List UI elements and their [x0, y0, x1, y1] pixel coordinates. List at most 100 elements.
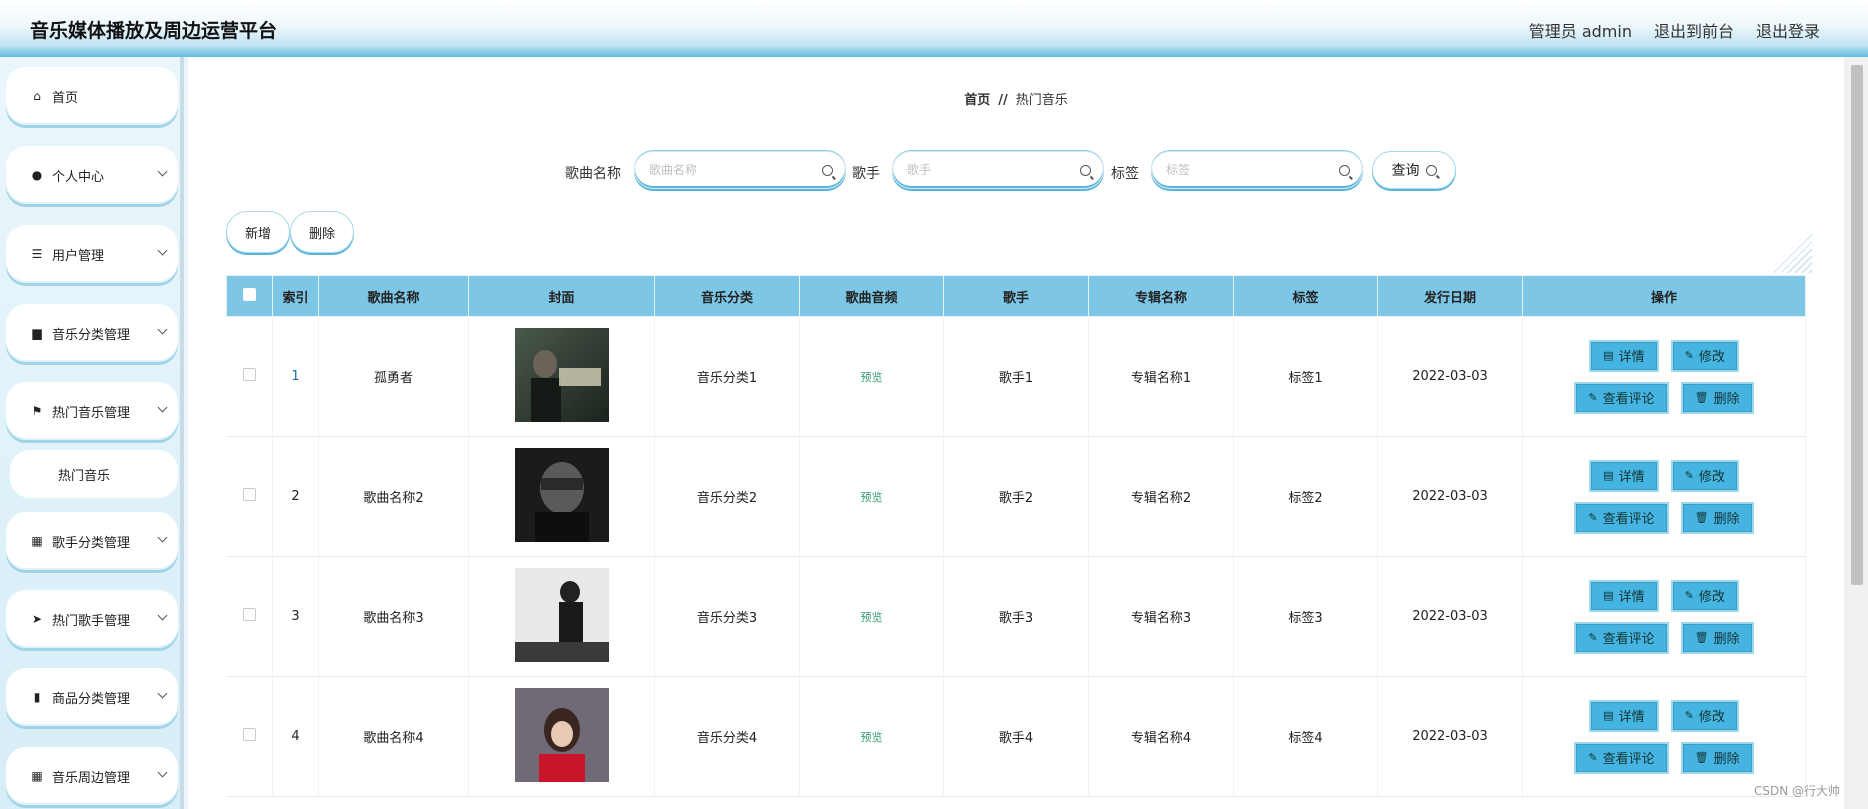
breadcrumb-home[interactable]: 首页 — [964, 93, 990, 108]
sidebar-item-label: 音乐分类管理 — [52, 327, 131, 343]
pencil-icon: ✎ — [1588, 511, 1598, 524]
song-name-cell: 孤勇者 — [318, 316, 469, 437]
song-name-label: 歌曲名称 — [565, 166, 621, 182]
album-cell: 专辑名称3 — [1088, 556, 1234, 677]
select-all-checkbox[interactable] — [243, 287, 256, 301]
edit-button[interactable]: ✎ 修改 — [1670, 459, 1739, 492]
row-select-cell — [226, 676, 273, 797]
column-header: 歌曲名称 — [318, 275, 469, 317]
album-cover-image[interactable] — [514, 567, 609, 662]
query-button-label: 查询 — [1391, 163, 1420, 179]
singer-search-box[interactable] — [892, 151, 1104, 189]
app-title: 音乐媒体播放及周边运营平台 — [30, 20, 278, 42]
tag-input[interactable] — [1166, 163, 1326, 177]
operations-cell: ▤ 详情 ✎ 修改 ✎ 查看评论 🗑 删除 — [1522, 316, 1806, 437]
audio-preview-link[interactable]: 预览 — [861, 611, 883, 624]
singer-cell: 歌手4 — [943, 676, 1089, 797]
singer-input[interactable] — [907, 163, 1067, 177]
album-cover-image[interactable] — [514, 447, 609, 542]
scrollbar-thumb[interactable] — [1851, 65, 1863, 585]
detail-button[interactable]: ▤ 详情 — [1589, 579, 1659, 612]
view-comments-button[interactable]: ✎ 查看评论 — [1574, 381, 1669, 414]
column-header: 专辑名称 — [1088, 275, 1234, 317]
sidebar-item-goods-category[interactable]: ▮ 商品分类管理 — [6, 668, 178, 726]
sidebar-item-user-management[interactable]: ☰ 用户管理 — [6, 225, 178, 283]
edit-button[interactable]: ✎ 修改 — [1670, 699, 1739, 732]
sidebar-subitem-hot-music[interactable]: 热门音乐 — [10, 450, 178, 498]
breadcrumb-separator: // — [998, 93, 1008, 108]
sidebar: ⌂ 首页 ● 个人中心 ☰ 用户管理 ▆ 音乐分类管理 ⚑ 热门音乐管理 热门音… — [0, 57, 184, 809]
table-row: 2 歌曲名称2 音乐分类2 预览 歌手2 专辑名称2 标签2 2022-03-0… — [226, 436, 1806, 557]
song-name-input[interactable] — [649, 163, 809, 177]
hot-music-table: 索引 歌曲名称 封面 音乐分类 歌曲音频 歌手 专辑名称 标签 发行日期 操作 … — [226, 275, 1806, 797]
release-date-cell: 2022-03-03 — [1377, 676, 1523, 797]
tag-search-box[interactable] — [1151, 151, 1363, 189]
view-comments-button[interactable]: ✎ 查看评论 — [1574, 621, 1669, 654]
table-row: 4 歌曲名称4 音乐分类4 预览 歌手4 专辑名称4 标签4 2022-03-0… — [226, 676, 1806, 797]
album-cell: 专辑名称2 — [1088, 436, 1234, 557]
column-header: 操作 — [1522, 275, 1806, 317]
watermark: CSDN @行大帅 — [1753, 784, 1840, 798]
detail-button[interactable]: ▤ 详情 — [1589, 459, 1659, 492]
trash-icon: 🗑 — [1694, 751, 1709, 764]
album-cover-image[interactable] — [514, 327, 609, 422]
view-comments-button[interactable]: ✎ 查看评论 — [1574, 501, 1669, 534]
sidebar-item-label: 热门歌手管理 — [52, 613, 131, 629]
row-checkbox[interactable] — [242, 488, 256, 501]
category-cell: 音乐分类4 — [654, 676, 800, 797]
delete-button[interactable]: 🗑 删除 — [1680, 741, 1754, 774]
cover-cell — [468, 316, 655, 437]
exit-to-front-link[interactable]: 退出到前台 — [1654, 18, 1734, 42]
sidebar-item-singer-category[interactable]: ▦ 歌手分类管理 — [6, 512, 178, 570]
sidebar-item-personal-center[interactable]: ● 个人中心 — [6, 146, 178, 204]
user-icon: ● — [31, 168, 43, 182]
pencil-icon: ✎ — [1684, 469, 1694, 482]
column-header: 索引 — [272, 275, 319, 317]
add-button[interactable]: 新增 — [226, 211, 290, 253]
row-checkbox[interactable] — [242, 368, 256, 381]
search-icon — [822, 165, 833, 176]
query-button[interactable]: 查询 — [1372, 151, 1456, 189]
grid-icon: ▦ — [31, 769, 43, 783]
delete-button[interactable]: 🗑 删除 — [1680, 381, 1754, 414]
album-cover-image[interactable] — [514, 687, 609, 782]
song-name-cell: 歌曲名称2 — [318, 436, 469, 557]
row-select-cell — [226, 556, 273, 677]
song-name-search-box[interactable] — [634, 151, 846, 189]
logout-link[interactable]: 退出登录 — [1756, 18, 1820, 42]
delete-button[interactable]: 🗑 删除 — [1680, 621, 1754, 654]
audio-preview-link[interactable]: 预览 — [861, 371, 883, 384]
search-icon — [1339, 165, 1350, 176]
cover-cell — [468, 556, 655, 677]
sidebar-item-hot-music[interactable]: ⚑ 热门音乐管理 — [6, 382, 178, 440]
batch-delete-button[interactable]: 删除 — [290, 211, 354, 253]
tag-label: 标签 — [1111, 166, 1139, 182]
audio-preview-link[interactable]: 预览 — [861, 731, 883, 744]
detail-button[interactable]: ▤ 详情 — [1589, 699, 1659, 732]
row-checkbox[interactable] — [242, 728, 256, 741]
detail-button[interactable]: ▤ 详情 — [1589, 339, 1659, 372]
grid-icon: ▦ — [31, 534, 43, 548]
delete-button[interactable]: 🗑 删除 — [1680, 501, 1754, 534]
audio-preview-link[interactable]: 预览 — [861, 491, 883, 504]
list-icon: ☰ — [31, 247, 43, 261]
sidebar-item-label: 音乐周边管理 — [52, 770, 131, 786]
sidebar-item-home[interactable]: ⌂ 首页 — [6, 67, 178, 125]
trash-icon: 🗑 — [1694, 631, 1709, 644]
row-checkbox[interactable] — [242, 608, 256, 621]
chevron-down-icon — [157, 402, 168, 413]
tag-cell: 标签4 — [1233, 676, 1378, 797]
box-icon: ▆ — [32, 326, 42, 340]
sidebar-item-music-category[interactable]: ▆ 音乐分类管理 — [6, 304, 178, 362]
pencil-icon: ✎ — [1684, 349, 1694, 362]
sidebar-item-music-merch[interactable]: ▦ 音乐周边管理 — [6, 747, 178, 805]
audio-cell: 预览 — [799, 436, 944, 557]
index-cell: 1 — [272, 316, 319, 437]
edit-button[interactable]: ✎ 修改 — [1670, 339, 1739, 372]
sidebar-item-hot-singer[interactable]: ➤ 热门歌手管理 — [6, 590, 178, 648]
tag-cell: 标签2 — [1233, 436, 1378, 557]
view-comments-button[interactable]: ✎ 查看评论 — [1574, 741, 1669, 774]
pencil-icon: ✎ — [1684, 589, 1694, 602]
edit-button[interactable]: ✎ 修改 — [1670, 579, 1739, 612]
vertical-scrollbar[interactable] — [1844, 57, 1868, 809]
